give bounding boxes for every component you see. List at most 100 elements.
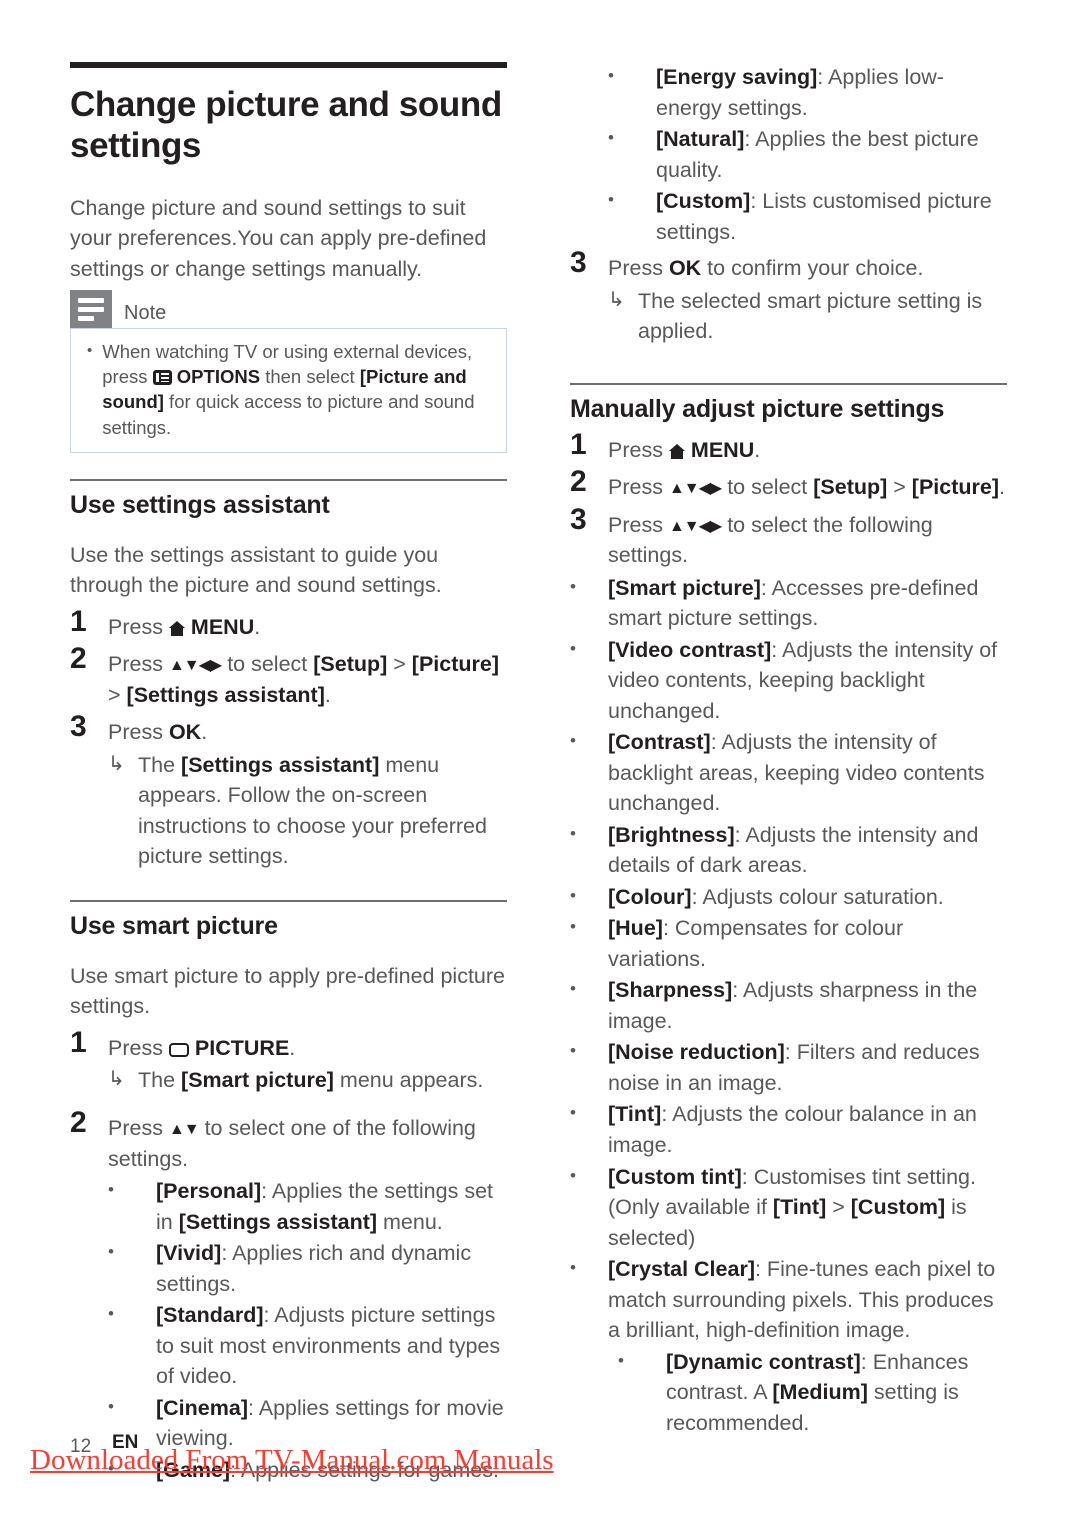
list-item: • [Smart picture]: Accesses pre-defined … [570, 573, 1007, 634]
result-settings-assistant: ↳ The [Settings assistant] menu appears.… [108, 750, 507, 872]
bullet-icon: • [570, 731, 576, 751]
navigation-arrows-icon: ▲▼◀▶ [668, 517, 722, 535]
home-icon [168, 620, 185, 636]
list-item-text: [Vivid]: Applies rich and dynamic settin… [156, 1241, 472, 1296]
bullet-icon: • [570, 979, 576, 999]
result-text: The [Smart picture] menu appears. [138, 1068, 484, 1093]
note-callout: Note • When watching TV or using externa… [70, 290, 507, 453]
step-text: Press OK to confirm your choice. [608, 256, 924, 281]
step-text: Press OK. [108, 720, 208, 745]
list-item: • [Personal]: Applies the settings set i… [108, 1176, 507, 1237]
bullet-icon: • [618, 1350, 624, 1370]
list-item-text: [Video contrast]: Adjusts the intensity … [608, 637, 998, 723]
step-number: 2 [70, 642, 87, 676]
step-1-smart-picture: 1 Press PICTURE. [70, 1025, 507, 1064]
bullet-icon: • [570, 1041, 576, 1061]
list-item-text: [Personal]: Applies the settings set in … [156, 1179, 494, 1234]
list-item-text: [Hue]: Compensates for colour variations… [608, 916, 904, 971]
manual-page: Change picture and sound settings Change… [0, 0, 1080, 1530]
list-item: • [Colour]: Adjusts colour saturation. [570, 882, 1007, 913]
intro-paragraph: Change picture and sound settings to sui… [70, 195, 487, 281]
section-heading-manual-picture: Manually adjust picture settings [570, 394, 945, 423]
result-smart-picture-menu: ↳ The [Smart picture] menu appears. [108, 1065, 507, 1096]
options-icon [152, 370, 172, 386]
result-arrow-icon: ↳ [108, 752, 125, 775]
result-smart-picture-applied: ↳ The selected smart picture setting is … [608, 286, 1007, 347]
step-text: Press ▲▼ to select one of the following … [108, 1115, 476, 1171]
list-item: • [Brightness]: Adjusts the intensity an… [570, 820, 1007, 881]
step-number: 2 [70, 1105, 87, 1139]
step-text: Press ▲▼◀▶ to select [Setup] > [Picture]… [108, 652, 500, 707]
list-item-text: [Custom tint]: Customises tint setting. … [608, 1164, 976, 1250]
list-item: • [Energy saving]: Applies low-energy se… [608, 62, 1007, 123]
bullet-icon: • [570, 885, 576, 905]
list-item-text: [Noise reduction]: Filters and reduces n… [608, 1040, 980, 1095]
section-divider-settings-assistant [70, 478, 507, 481]
step-number: 2 [570, 465, 587, 499]
step-text: Press MENU. [608, 437, 761, 462]
list-item: • [Crystal Clear]: Fine-tunes each pixel… [570, 1254, 1007, 1346]
navigation-arrows-icon: ▲▼◀▶ [168, 657, 222, 675]
note-lines-icon [70, 290, 112, 329]
home-icon [668, 443, 685, 459]
list-item-text: [Dynamic contrast]: Enhances contrast. A… [666, 1349, 969, 1435]
bullet-icon: • [608, 128, 614, 148]
list-item: • [Vivid]: Applies rich and dynamic sett… [108, 1238, 507, 1299]
list-item-text: [Contrast]: Adjusts the intensity of bac… [608, 730, 985, 816]
step-number: 1 [570, 427, 587, 461]
list-item: • [Noise reduction]: Filters and reduces… [570, 1037, 1007, 1098]
list-item: • [Standard]: Adjusts picture settings t… [108, 1300, 507, 1392]
step-3-settings-assistant: 3 Press OK. [70, 712, 507, 748]
list-item-text: [Smart picture]: Accesses pre-defined sm… [608, 575, 979, 631]
step-number: 1 [70, 1025, 87, 1059]
step-1-settings-assistant: 1 Press MENU. [70, 604, 507, 643]
list-item-text: [Standard]: Adjusts picture settings to … [156, 1303, 501, 1389]
step-3-manual-picture: 3 Press ▲▼◀▶ to select the following set… [570, 504, 1007, 571]
list-item: • [Hue]: Compensates for colour variatio… [570, 913, 1007, 974]
list-item-text: [Brightness]: Adjusts the intensity and … [608, 822, 979, 878]
bullet-icon: • [608, 190, 614, 210]
list-item-text: [Sharpness]: Adjusts sharpness in the im… [608, 978, 978, 1033]
smart-picture-intro: Use smart picture to apply pre-defined p… [70, 963, 505, 1019]
list-item: • [Contrast]: Adjusts the intensity of b… [570, 727, 1007, 819]
note-item-text: When watching TV or using external devic… [102, 341, 475, 438]
result-text: The selected smart picture setting is ap… [638, 288, 983, 344]
step-3-smart-picture: 3 Press OK to confirm your choice. [570, 246, 1007, 284]
section-heading-settings-assistant: Use settings assistant [70, 490, 330, 519]
step-text: Press ▲▼◀▶ to select the following setti… [608, 512, 933, 568]
step-2-smart-picture: 2 Press ▲▼ to select one of the followin… [70, 1105, 507, 1174]
bullet-icon: • [608, 66, 614, 85]
watermark-link[interactable]: Downloaded From TV-Manual.com Manuals [30, 1444, 554, 1477]
picture-icon [168, 1042, 189, 1057]
bullet-icon: • [570, 1103, 576, 1123]
note-header: Note [70, 290, 507, 329]
bullet-icon: • [108, 1304, 114, 1324]
section-divider-smart-picture [70, 899, 507, 902]
step-number: 3 [570, 246, 587, 280]
bullet-icon: • [108, 1180, 114, 1200]
bullet-icon: • [570, 576, 576, 596]
list-item: • [Video contrast]: Adjusts the intensit… [570, 635, 1007, 727]
list-item-text: [Natural]: Applies the best picture qual… [656, 127, 979, 182]
bullet-icon: • [570, 1258, 576, 1278]
title-divider [70, 62, 507, 68]
step-2-manual-picture: 2 Press ▲▼◀▶ to select [Setup] > [Pictur… [570, 467, 1007, 503]
list-item: • [Tint]: Adjusts the colour balance in … [570, 1099, 1007, 1160]
page-title: Change picture and sound settings [70, 85, 502, 166]
navigation-arrows-icon: ▲▼ [168, 1120, 200, 1138]
result-text: The [Settings assistant] menu appears. F… [138, 752, 487, 869]
bullet-icon: • [570, 638, 576, 658]
bullet-icon: • [570, 917, 576, 937]
note-body: • When watching TV or using external dev… [70, 328, 507, 453]
step-text: Press MENU. [108, 614, 261, 639]
step-text: Press ▲▼◀▶ to select [Setup] > [Picture]… [608, 475, 1005, 500]
list-item-sub: • [Dynamic contrast]: Enhances contrast.… [618, 1347, 1007, 1439]
bullet-icon: • [108, 1396, 114, 1416]
result-arrow-icon: ↳ [108, 1068, 125, 1091]
step-number: 1 [70, 604, 87, 638]
step-text: Press PICTURE. [108, 1035, 296, 1060]
step-1-manual-picture: 1 Press MENU. [570, 427, 1007, 466]
list-item: • [Custom]: Lists customised picture set… [608, 186, 1007, 247]
section-divider-manual-picture [570, 382, 1007, 385]
note-label: Note [124, 302, 167, 325]
